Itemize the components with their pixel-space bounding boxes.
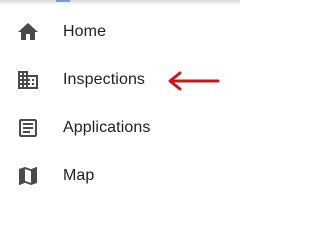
top-edge-accent [56,0,70,2]
home-icon [16,20,40,44]
sidebar-item-label: Applications [63,119,151,136]
top-edge-shadow [0,0,240,5]
sidebar-nav: Home Inspections Applications Map [0,8,240,200]
sidebar-item-applications[interactable]: Applications [0,104,240,152]
sidebar-item-label: Map [63,167,95,184]
annotation-arrow-icon [168,71,220,91]
sidebar-item-map[interactable]: Map [0,152,240,200]
building-icon [16,68,40,92]
sidebar-item-home[interactable]: Home [0,8,240,56]
map-icon [16,164,40,188]
sidebar-item-label: Home [63,23,107,40]
sidebar-item-label: Inspections [63,71,146,88]
form-icon [16,116,40,140]
